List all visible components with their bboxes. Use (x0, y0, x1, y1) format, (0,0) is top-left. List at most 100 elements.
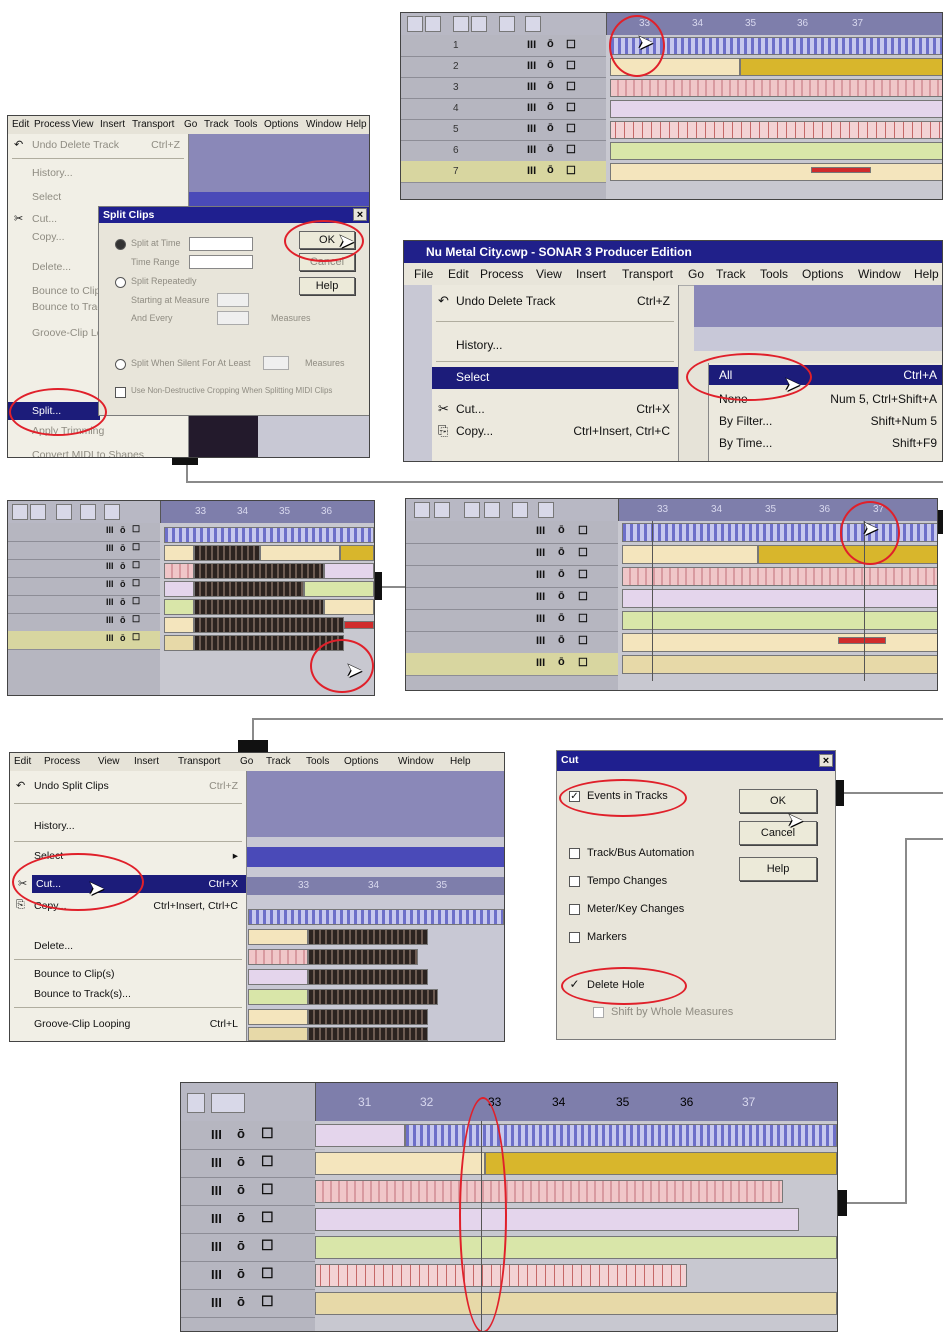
audio-clip[interactable] (308, 989, 438, 1005)
record-icon[interactable]: ☐ (566, 143, 576, 156)
track-row[interactable]: 6 III ō ☐ (401, 140, 606, 162)
mute-icon[interactable]: III (106, 561, 114, 571)
menu-transport[interactable]: Transport (178, 756, 220, 767)
track-row[interactable]: 5 III ō ☐ (401, 119, 606, 141)
record-icon[interactable]: ☐ (132, 560, 140, 571)
menu-item-history[interactable]: History... (10, 817, 246, 835)
help-button[interactable]: Help (299, 277, 355, 295)
audio-clip[interactable] (308, 1027, 428, 1041)
menu-window[interactable]: Window (306, 119, 342, 130)
audio-clip[interactable] (315, 1180, 783, 1203)
record-icon[interactable]: ☐ (261, 1181, 274, 1198)
track-tool-button[interactable] (471, 16, 487, 32)
track-row[interactable]: III ō ☐ (181, 1121, 315, 1150)
mute-icon[interactable]: III (536, 591, 545, 603)
menu-go[interactable]: Go (688, 267, 704, 281)
audio-clip[interactable] (194, 581, 304, 597)
mute-icon[interactable]: III (527, 144, 536, 156)
menu-process[interactable]: Process (480, 267, 523, 281)
audio-clip[interactable] (304, 581, 374, 597)
menu-tools[interactable]: Tools (234, 119, 257, 130)
record-icon[interactable]: ☐ (261, 1293, 274, 1310)
audio-clip[interactable] (344, 621, 374, 629)
mute-icon[interactable]: III (527, 165, 536, 177)
audio-clip[interactable] (622, 545, 758, 564)
mute-icon[interactable]: III (527, 102, 536, 114)
silent-measures-field[interactable] (263, 356, 289, 370)
help-button[interactable]: Help (739, 857, 817, 881)
audio-clip[interactable] (248, 909, 504, 925)
mute-icon[interactable]: III (536, 635, 545, 647)
record-icon[interactable]: ☐ (566, 164, 576, 177)
solo-icon[interactable]: ō (558, 656, 565, 668)
mute-icon[interactable]: III (211, 1127, 222, 1142)
solo-icon[interactable]: ō (237, 1210, 245, 1225)
menu-view[interactable]: View (72, 119, 94, 130)
mute-icon[interactable]: III (106, 579, 114, 589)
record-icon[interactable]: ☐ (132, 578, 140, 589)
audio-clip[interactable] (164, 563, 194, 579)
menu-help[interactable]: Help (346, 119, 367, 130)
record-icon[interactable]: ☐ (132, 596, 140, 607)
track-row[interactable]: III ō ☐ (181, 1289, 315, 1318)
track-tool-button[interactable] (512, 502, 528, 518)
track-tool-button[interactable] (499, 16, 515, 32)
record-icon[interactable]: ☐ (261, 1265, 274, 1282)
solo-icon[interactable]: ō (237, 1126, 245, 1141)
timeline-ruler[interactable]: 31 32 33 34 35 36 37 (315, 1083, 837, 1121)
menu-item-undo[interactable]: ↶ Undo Split Clips Ctrl+Z (10, 777, 246, 795)
mute-icon[interactable]: III (536, 613, 545, 625)
audio-clip[interactable] (248, 929, 308, 945)
track-tool-button[interactable] (211, 1093, 245, 1113)
menu-transport[interactable]: Transport (132, 119, 174, 130)
record-icon[interactable]: ☐ (566, 38, 576, 51)
menu-track[interactable]: Track (716, 267, 746, 281)
markers-checkbox[interactable] (569, 932, 580, 943)
audio-clip[interactable] (324, 599, 374, 615)
audio-clip[interactable] (838, 637, 886, 644)
mute-icon[interactable]: III (106, 597, 114, 607)
audio-clip[interactable] (622, 633, 937, 652)
menu-process[interactable]: Process (44, 756, 80, 767)
menu-item-convert-midi[interactable]: Convert MIDI to Shapes (8, 446, 188, 457)
audio-clip[interactable] (485, 1152, 837, 1175)
menu-options[interactable]: Options (264, 119, 298, 130)
menu-item-undo[interactable]: ↶ Undo Delete Track Ctrl+Z (432, 291, 678, 311)
menu-transport[interactable]: Transport (622, 267, 673, 281)
audio-clip[interactable] (315, 1124, 405, 1147)
audio-clip[interactable] (610, 142, 942, 160)
track-tool-button[interactable] (434, 502, 450, 518)
solo-icon[interactable]: ō (120, 525, 126, 535)
track-tool-button[interactable] (453, 16, 469, 32)
menu-item-select-by-filter[interactable]: By Filter... Shift+Num 5 (709, 411, 942, 431)
solo-icon[interactable]: ō (558, 524, 565, 536)
track-row[interactable]: III ō ☐ (406, 631, 618, 654)
record-icon[interactable]: ☐ (132, 542, 140, 553)
menu-insert[interactable]: Insert (134, 756, 159, 767)
audio-clip[interactable] (811, 167, 871, 173)
mute-icon[interactable]: III (211, 1211, 222, 1226)
every-measures-field[interactable] (217, 311, 249, 325)
track-tool-button[interactable] (525, 16, 541, 32)
track-row[interactable]: III ō ☐ (8, 631, 160, 650)
menu-process[interactable]: Process (34, 119, 70, 130)
audio-clip[interactable] (315, 1152, 485, 1175)
record-icon[interactable]: ☐ (261, 1153, 274, 1170)
menu-item-cut[interactable]: ✂ Cut... Ctrl+X (432, 399, 678, 419)
audio-clip[interactable] (194, 563, 324, 579)
track-row[interactable]: 3 III ō ☐ (401, 77, 606, 99)
audio-clip[interactable] (248, 1009, 308, 1025)
menu-edit[interactable]: Edit (12, 119, 29, 130)
menu-view[interactable]: View (98, 756, 120, 767)
mute-icon[interactable]: III (536, 569, 545, 581)
split-time-field[interactable] (189, 237, 253, 251)
solo-icon[interactable]: ō (120, 561, 126, 571)
track-row[interactable]: III ō ☐ (181, 1261, 315, 1290)
record-icon[interactable]: ☐ (578, 656, 588, 669)
audio-clip[interactable] (740, 58, 942, 76)
audio-clip[interactable] (308, 1009, 428, 1025)
track-bus-automation-checkbox[interactable] (569, 848, 580, 859)
menu-options[interactable]: Options (344, 756, 378, 767)
menu-options[interactable]: Options (802, 267, 843, 281)
track-row[interactable]: III ō ☐ (406, 653, 618, 676)
